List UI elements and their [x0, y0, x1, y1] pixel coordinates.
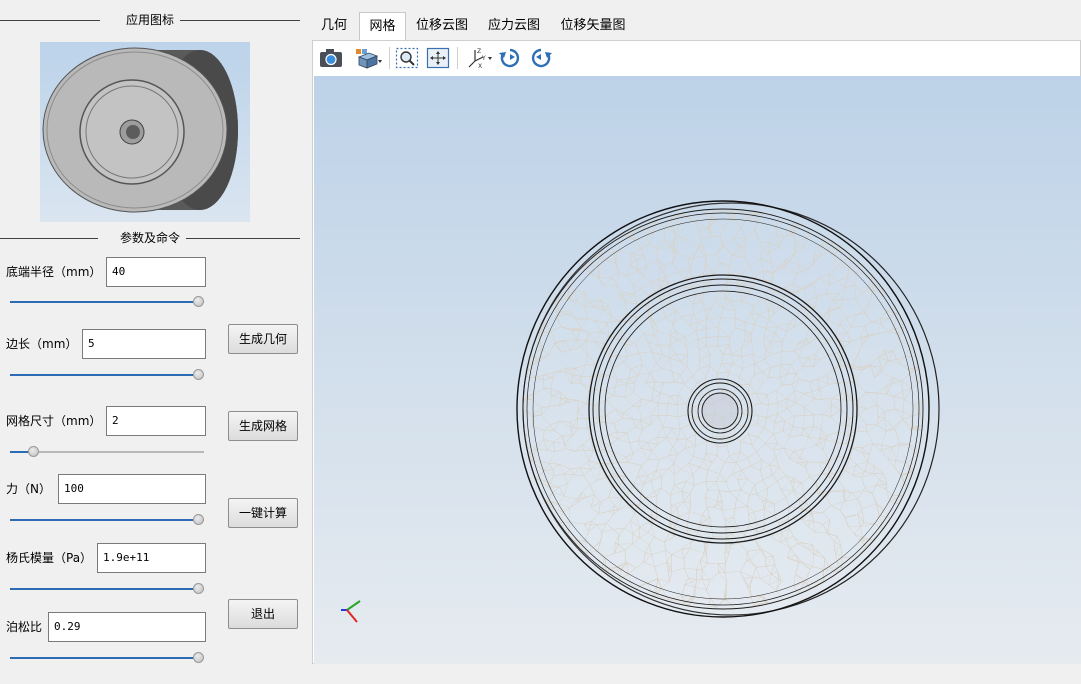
- compute-button[interactable]: 一键计算: [228, 498, 298, 528]
- exit-button[interactable]: 退出: [228, 599, 298, 629]
- radius-label: 底端半径（mm）: [6, 265, 102, 279]
- axes-view-icon[interactable]: Z Y X: [465, 47, 493, 70]
- youngs-modulus-input[interactable]: 1.9e+11: [97, 543, 206, 573]
- edge-length-input[interactable]: 5: [82, 329, 206, 359]
- svg-text:X: X: [478, 63, 482, 69]
- slider-handle[interactable]: [193, 652, 204, 663]
- slider-handle[interactable]: [193, 514, 204, 525]
- camera-icon[interactable]: [319, 47, 343, 69]
- svg-text:Y: Y: [481, 55, 486, 62]
- youngs-modulus-label: 杨氏模量（Pa）: [6, 551, 93, 565]
- app-icon-image: [40, 42, 250, 222]
- 3d-viewport[interactable]: [314, 76, 1081, 664]
- toolbar-separator: [389, 47, 390, 69]
- tab-displacement-vector[interactable]: 位移矢量图: [554, 12, 632, 40]
- zoom-fit-icon[interactable]: [395, 47, 419, 69]
- tab-stress-contour[interactable]: 应力云图: [482, 12, 546, 40]
- slider-handle[interactable]: [193, 583, 204, 594]
- force-label: 力（N）: [6, 482, 51, 496]
- mesh-size-label: 网格尺寸（mm）: [6, 414, 102, 428]
- generate-mesh-button[interactable]: 生成网格: [228, 411, 298, 441]
- rotate-left-icon[interactable]: [498, 47, 522, 69]
- poisson-ratio-input[interactable]: 0.29: [48, 612, 206, 642]
- force-slider[interactable]: [10, 514, 204, 526]
- slider-handle[interactable]: [193, 296, 204, 307]
- edge-length-slider[interactable]: [10, 369, 204, 381]
- tab-mesh[interactable]: 网格: [359, 12, 406, 40]
- tab-geometry[interactable]: 几何: [312, 12, 356, 40]
- icon-group-title: 应用图标: [119, 13, 180, 27]
- axis-triad-icon: [341, 600, 361, 623]
- slider-handle[interactable]: [193, 369, 204, 380]
- youngs-modulus-slider[interactable]: [10, 583, 204, 595]
- mesh-size-slider[interactable]: [10, 446, 204, 458]
- viewer-toolbar: Z Y X: [313, 41, 1080, 75]
- view-cube-icon[interactable]: [353, 47, 383, 69]
- poisson-ratio-label: 泊松比: [6, 620, 43, 634]
- edge-length-label: 边长（mm）: [6, 337, 78, 351]
- slider-handle[interactable]: [28, 446, 39, 457]
- mesh-size-input[interactable]: 2: [106, 406, 206, 436]
- force-input[interactable]: 100: [58, 474, 206, 504]
- toolbar-separator: [457, 47, 458, 69]
- rotate-right-icon[interactable]: [529, 47, 553, 69]
- params-group-header: 参数及命令: [0, 231, 300, 245]
- pan-icon[interactable]: [426, 47, 450, 69]
- mesh-model: [516, 200, 940, 618]
- params-group-title: 参数及命令: [113, 231, 186, 245]
- radius-slider[interactable]: [10, 296, 204, 308]
- svg-text:Z: Z: [477, 48, 481, 55]
- icon-group-header: 应用图标: [0, 13, 300, 27]
- viewer-panel: Z Y X: [312, 40, 1081, 664]
- generate-geometry-button[interactable]: 生成几何: [228, 324, 298, 354]
- poisson-ratio-slider[interactable]: [10, 652, 204, 664]
- radius-input[interactable]: 40: [106, 257, 206, 287]
- tab-displacement-contour[interactable]: 位移云图: [410, 12, 474, 40]
